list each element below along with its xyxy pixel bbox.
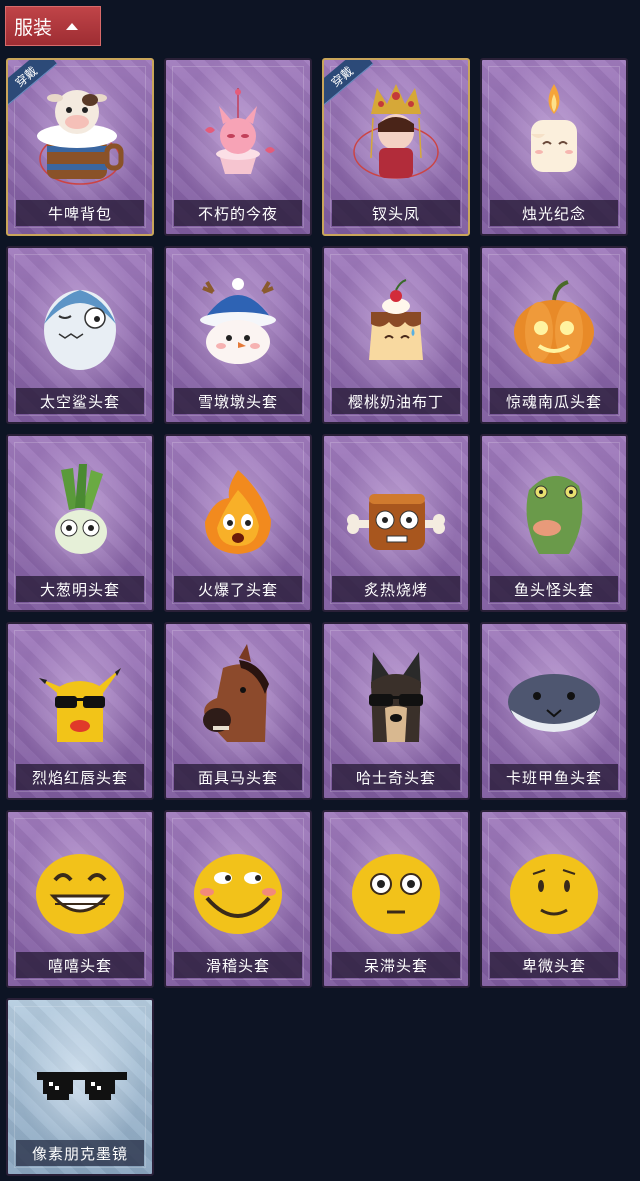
outfit-card[interactable]: 穿戴 牛啤背包 (6, 58, 154, 236)
outfit-name: 卡班甲鱼头套 (490, 764, 618, 790)
outfit-name: 大葱明头套 (16, 576, 144, 602)
outfit-name: 炙热烧烤 (332, 576, 460, 602)
husky-head-icon (369, 652, 423, 742)
section-title: 服装 (14, 16, 53, 39)
outfit-card[interactable]: 滑稽头套 (164, 810, 312, 988)
outfit-card[interactable]: 不朽的今夜 (164, 58, 312, 236)
outfit-name: 烛光纪念 (490, 200, 618, 226)
pumpkin-head-icon (514, 280, 594, 364)
clothing-section-toggle[interactable]: 服装 (5, 6, 101, 46)
outfit-name: 雪墩墩头套 (174, 388, 302, 414)
outfit-name: 火爆了头套 (174, 576, 302, 602)
outfit-name: 不朽的今夜 (174, 200, 302, 226)
outfit-card[interactable]: 像素朋克墨镜 (6, 998, 154, 1176)
outfit-name: 呆滞头套 (332, 952, 460, 978)
fish-head-icon (526, 475, 583, 554)
outfit-card[interactable]: 火爆了头套 (164, 434, 312, 612)
outfit-card[interactable]: 雪墩墩头套 (164, 246, 312, 424)
outfit-name: 太空鲨头套 (16, 388, 144, 414)
outfit-name: 鱼头怪头套 (490, 576, 618, 602)
flatfish-head-icon (508, 674, 600, 732)
outfit-card[interactable]: 樱桃奶油布丁 (322, 246, 470, 424)
outfit-card[interactable]: 烛光纪念 (480, 58, 628, 236)
outfit-card[interactable]: 哈士奇头套 (322, 622, 470, 800)
outfit-name: 像素朋克墨镜 (16, 1140, 144, 1166)
outfit-card[interactable]: 惊魂南瓜头套 (480, 246, 628, 424)
outfit-name: 惊魂南瓜头套 (490, 388, 618, 414)
pudding-icon (369, 279, 423, 360)
candle-icon (531, 84, 577, 172)
outfit-card[interactable]: 卑微头套 (480, 810, 628, 988)
outfit-card[interactable]: 穿戴 钗头凤 (322, 58, 470, 236)
outfit-card[interactable]: 烈焰红唇头套 (6, 622, 154, 800)
pink-fox-icon (205, 88, 275, 174)
fire-head-icon (205, 470, 271, 554)
scallion-head-icon (55, 464, 107, 554)
outfit-card[interactable]: 太空鲨头套 (6, 246, 154, 424)
cow-beer-backpack-icon (37, 90, 124, 185)
snowman-head-icon (200, 278, 276, 364)
outfit-card[interactable]: 炙热烧烤 (322, 434, 470, 612)
outfit-card[interactable]: 呆滞头套 (322, 810, 470, 988)
outfit-name: 钗头凤 (332, 200, 460, 226)
pixel-sunglasses-icon (37, 1072, 127, 1100)
outfit-card[interactable]: 面具马头套 (164, 622, 312, 800)
shark-head-icon (44, 290, 116, 370)
outfit-name: 烈焰红唇头套 (16, 764, 144, 790)
horse-mask-icon (203, 644, 269, 742)
outfit-name: 面具马头套 (174, 764, 302, 790)
grin-emoji-icon (36, 854, 124, 934)
outfit-name: 樱桃奶油布丁 (332, 388, 460, 414)
outfit-name: 牛啤背包 (16, 200, 144, 226)
funny-emoji-icon (194, 854, 282, 934)
outfit-card[interactable]: 大葱明头套 (6, 434, 154, 612)
yellow-mask-sunglasses-icon (39, 668, 121, 742)
outfit-name: 卑微头套 (490, 952, 618, 978)
outfit-name: 哈士奇头套 (332, 764, 460, 790)
outfit-name: 滑稽头套 (174, 952, 302, 978)
outfit-name: 嘻嘻头套 (16, 952, 144, 978)
bbq-meat-icon (347, 494, 445, 550)
outfit-card[interactable]: 鱼头怪头套 (480, 434, 628, 612)
humble-emoji-icon (510, 854, 598, 934)
stunned-emoji-icon (352, 854, 440, 934)
chevron-up-icon (66, 22, 79, 30)
outfit-card[interactable]: 嘻嘻头套 (6, 810, 154, 988)
phoenix-crown-icon (353, 84, 439, 179)
outfit-card[interactable]: 卡班甲鱼头套 (480, 622, 628, 800)
